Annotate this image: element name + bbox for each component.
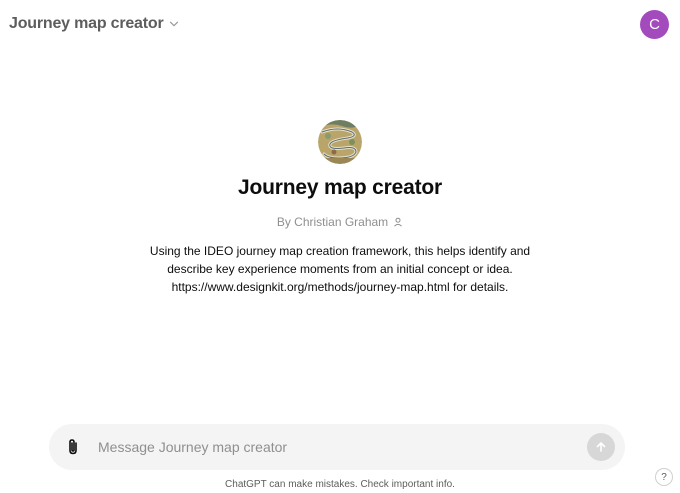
disclaimer-text: ChatGPT can make mistakes. Check importa… bbox=[225, 479, 455, 490]
gpt-byline: By Christian Graham bbox=[0, 215, 680, 229]
gpt-switcher[interactable]: Journey map creator bbox=[9, 13, 179, 35]
gpt-title: Journey map creator bbox=[9, 15, 164, 32]
avatar-initial: C bbox=[649, 16, 660, 33]
top-bar: Journey map creator C bbox=[0, 0, 680, 48]
gpt-name: Journey map creator bbox=[238, 176, 442, 199]
gpt-profile-image bbox=[318, 120, 362, 164]
message-input[interactable] bbox=[98, 436, 568, 458]
paperclip-icon bbox=[69, 439, 77, 455]
arrow-up-icon bbox=[596, 442, 606, 452]
attach-button[interactable] bbox=[63, 437, 83, 457]
send-button[interactable] bbox=[587, 433, 615, 461]
help-label: ? bbox=[661, 471, 667, 483]
byline-text: By Christian Graham bbox=[276, 215, 389, 229]
help-button[interactable]: ? bbox=[655, 468, 673, 486]
gpt-description: Using the IDEO journey map creation fram… bbox=[149, 244, 531, 294]
avatar[interactable]: C bbox=[640, 10, 669, 39]
gpt-intro: Journey map creator By Christian Graham … bbox=[0, 120, 680, 296]
person-icon bbox=[394, 217, 403, 227]
message-composer bbox=[49, 424, 625, 470]
chevron-down-icon bbox=[170, 21, 179, 27]
